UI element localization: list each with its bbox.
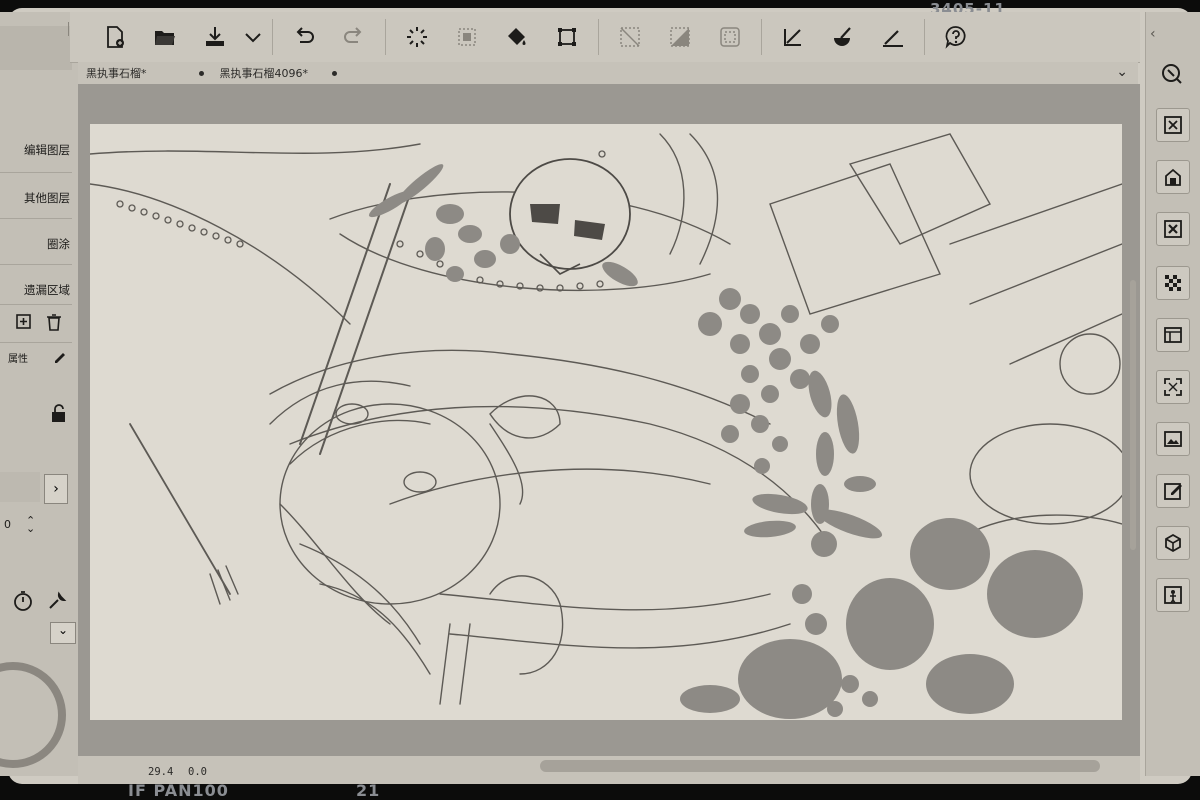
toolbar-divider <box>761 19 762 55</box>
tab-document-2[interactable]: 黑执事石榴4096* <box>212 62 346 84</box>
toolbar-divider <box>385 19 386 55</box>
tab-label: 黑执事石榴* <box>86 67 147 80</box>
unsaved-dot-icon <box>332 70 337 76</box>
invert-selection-icon[interactable] <box>655 17 705 57</box>
loading-icon[interactable] <box>392 17 442 57</box>
tab-document-1[interactable]: 黑执事石榴* <box>78 62 212 84</box>
right-panel: ‹ <box>1145 12 1200 776</box>
chevron-left-icon[interactable]: ‹ <box>1150 26 1156 42</box>
divider <box>0 264 72 265</box>
document-tabs: 黑执事石榴* 黑执事石榴4096* ⌄ <box>78 62 1138 84</box>
divider <box>0 172 72 173</box>
reference-icon[interactable] <box>1156 578 1190 612</box>
pen-icon[interactable] <box>52 348 68 364</box>
slider-track[interactable] <box>0 472 40 502</box>
checker-icon[interactable] <box>1156 266 1190 300</box>
save-icon[interactable] <box>190 17 240 57</box>
horizontal-scrollbar[interactable] <box>540 760 1100 772</box>
layer-delete-icon[interactable] <box>1156 108 1190 142</box>
lock-icon[interactable] <box>48 402 70 424</box>
wrench-icon[interactable] <box>46 590 68 612</box>
zoom-reset-icon[interactable] <box>1160 62 1184 86</box>
layer-panel-icon[interactable] <box>1156 318 1190 352</box>
sketch-artwork <box>90 133 1122 719</box>
chevron-down-icon[interactable]: ⌄ <box>1116 64 1128 80</box>
unsaved-dot-icon <box>198 70 204 76</box>
image-layer-icon[interactable] <box>1156 422 1190 456</box>
clear-icon[interactable] <box>442 17 492 57</box>
deselect-icon[interactable] <box>605 17 655 57</box>
angle-value: 0 <box>4 518 11 531</box>
redo-icon[interactable] <box>329 17 379 57</box>
stepper-icon[interactable]: ⌃ ⌄ <box>26 515 35 534</box>
chevron-down-icon[interactable]: ⌄ <box>50 622 76 644</box>
lp-lasso-fill[interactable]: 圈涂 <box>47 236 70 252</box>
lp-edit-layer[interactable]: 编辑图层 <box>24 142 70 158</box>
add-layer-icon[interactable] <box>14 312 34 332</box>
toolbar-divider <box>598 19 599 55</box>
transform-icon[interactable] <box>542 17 592 57</box>
edit-layer-icon[interactable] <box>1156 474 1190 508</box>
ruler-icon[interactable] <box>768 17 818 57</box>
layer-home-icon[interactable] <box>1156 160 1190 194</box>
divider <box>0 218 72 219</box>
layer-clear-icon[interactable] <box>1156 212 1190 246</box>
vertical-scrollbar[interactable] <box>1130 280 1136 550</box>
selection-border-icon[interactable] <box>705 17 755 57</box>
brush-blend-icon[interactable] <box>818 17 868 57</box>
skull <box>509 158 631 275</box>
divider <box>0 304 72 305</box>
zoom-readout: 29.4 <box>148 766 174 778</box>
trash-icon[interactable] <box>44 312 64 332</box>
line-tool-icon[interactable] <box>868 17 918 57</box>
fit-screen-icon[interactable] <box>1156 370 1190 404</box>
timer-icon[interactable] <box>12 590 34 612</box>
open-folder-icon[interactable] <box>140 17 190 57</box>
divider <box>0 342 72 343</box>
new-file-icon[interactable] <box>90 17 140 57</box>
lp-missed-area[interactable]: 遗漏区域 <box>24 282 70 298</box>
prop-tab-label[interactable]: 属性 <box>8 350 28 365</box>
color-wheel[interactable] <box>0 662 66 768</box>
main-toolbar <box>70 12 1140 63</box>
chevron-down-icon[interactable] <box>240 17 266 57</box>
toolbar-divider <box>272 19 273 55</box>
left-panel-header <box>0 26 72 70</box>
toolbar-divider <box>924 19 925 55</box>
drawing-canvas[interactable] <box>90 124 1122 720</box>
3d-cube-icon[interactable] <box>1156 526 1190 560</box>
chevron-right-icon[interactable]: › <box>44 474 68 504</box>
fill-icon[interactable] <box>492 17 542 57</box>
lp-other-layer[interactable]: 其他图层 <box>24 190 70 206</box>
undo-icon[interactable] <box>279 17 329 57</box>
tab-label: 黑执事石榴4096* <box>219 67 309 80</box>
help-icon[interactable] <box>931 17 981 57</box>
angle-readout: 0.0 <box>188 766 207 778</box>
left-panel: 编辑图层 其他图层 圈涂 遗漏区域 属性 › 0 ⌃ ⌄ ⌄ <box>0 12 79 776</box>
